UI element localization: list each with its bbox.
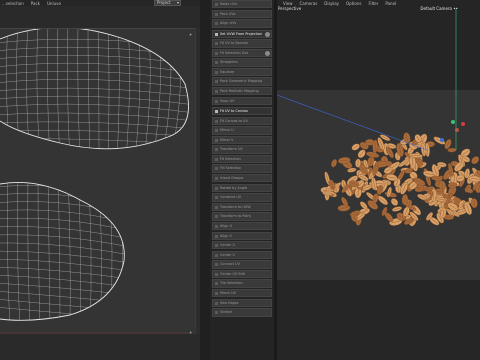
command-label: Transform to Point — [220, 214, 251, 219]
command-button[interactable]: Mirror UV — [212, 288, 272, 298]
command-label: Fit Selection UVs — [220, 50, 249, 55]
project-dropdown[interactable]: Project ▾ — [154, 0, 181, 6]
command-label: Align V — [220, 233, 232, 238]
svg-text:+: + — [189, 32, 192, 37]
command-button[interactable]: Connect UV — [212, 260, 272, 269]
command-button[interactable]: Relax UVs — [212, 0, 272, 9]
command-button[interactable]: Tile Selection — [212, 279, 272, 288]
command-label: Stretch — [220, 310, 233, 315]
command-label: Rotate by Angle — [220, 185, 248, 190]
command-button[interactable]: Straighten — [212, 58, 272, 67]
menu-item-unluvo[interactable]: Unluvo — [47, 1, 61, 6]
options-gear-icon[interactable] — [265, 50, 270, 56]
command-label: Pack Geometric Mapping — [220, 79, 263, 84]
svg-text:+: + — [189, 330, 192, 335]
command-button[interactable]: Mirror V — [212, 135, 272, 145]
menu-item-cameras[interactable]: Cameras — [300, 1, 318, 6]
command-button[interactable]: Fit Canvas to UV — [212, 116, 272, 125]
command-button[interactable]: Transform to UVW — [212, 202, 272, 212]
menu-item-view[interactable]: View — [283, 1, 293, 6]
command-button[interactable]: Center U — [212, 241, 272, 250]
command-label: Mirror U — [220, 128, 234, 133]
command-button[interactable]: Align V — [212, 231, 272, 240]
command-label: Transform to UVW — [220, 204, 251, 209]
uv-command-list: Relax UVs Pack UVs Align UVs Set UVW From P… — [212, 0, 272, 318]
uv-mesh-graphic: + + — [0, 29, 192, 335]
menu-item-panel[interactable]: Panel — [385, 1, 396, 6]
menu-item-filter[interactable]: Filter — [368, 1, 378, 6]
command-label: Tile Selection — [220, 281, 243, 286]
command-label: Mirror V — [220, 137, 234, 142]
command-label: Connect UV — [220, 262, 240, 267]
command-button[interactable]: Center V — [212, 250, 272, 260]
uv-status-strip — [0, 336, 200, 360]
command-label: Mirror UV — [220, 290, 236, 295]
command-label: Constant UV — [220, 195, 242, 200]
command-label: Center UV Edit — [220, 271, 245, 276]
command-label: Island Groups — [220, 176, 244, 181]
command-button[interactable]: Fit UV to Bounds — [212, 39, 272, 48]
command-button[interactable]: Fit Selection — [212, 154, 272, 164]
command-label: Sew Edges — [220, 300, 239, 305]
command-button[interactable]: Pack Realistic Mapping — [212, 87, 272, 96]
command-button[interactable]: Stretch — [212, 308, 272, 317]
command-button[interactable]: Constant UV — [212, 193, 272, 202]
command-button[interactable]: Sew Edges — [212, 298, 272, 307]
command-label: Pack Realistic Mapping — [220, 89, 259, 94]
viewport-panel: View Cameras Display Options Filter Pane… — [277, 0, 480, 360]
command-label: Fill Selection — [220, 166, 242, 171]
command-button[interactable]: Set UVW From Projection — [212, 29, 272, 38]
command-button[interactable]: Align U — [212, 221, 272, 231]
command-button[interactable]: Snap UV — [212, 96, 272, 105]
chevron-down-icon: ▾ — [176, 0, 179, 5]
command-label: Align U — [220, 223, 233, 228]
command-button[interactable]: Equalize — [212, 67, 272, 77]
command-label: Straighten — [220, 60, 238, 65]
command-label: Center U — [220, 243, 235, 248]
menu-item-display[interactable]: Display — [324, 1, 339, 6]
uv-commands-panel: Relax UVs Pack UVs Align UVs Set UVW From P… — [200, 0, 274, 360]
command-label: Fit UV to Canvas — [220, 108, 248, 113]
command-button[interactable]: Transform UV — [212, 145, 272, 154]
command-button[interactable]: Fill Selection — [212, 164, 272, 173]
menu-item-options[interactable]: Options — [346, 1, 361, 6]
uv-canvas[interactable]: + + — [0, 28, 195, 335]
command-label: Center V — [220, 252, 235, 257]
menu-item-selection[interactable]: ...selection — [2, 1, 24, 6]
command-button[interactable]: Fit Selection UVs — [212, 48, 272, 58]
command-button[interactable]: Rotate by Angle — [212, 183, 272, 192]
command-label: Relax UVs — [220, 2, 237, 6]
viewport-view-label: Perspective — [278, 6, 302, 11]
command-label: Snap UV — [220, 98, 235, 103]
uv-editor-panel: ...selection Pack Unluvo Project ▾ + + — [0, 0, 200, 360]
tool-icon-strip — [200, 0, 210, 360]
command-button[interactable]: Pack UVs — [212, 9, 272, 18]
command-label: Set UVW From Projection — [220, 31, 263, 36]
command-label: Fit UV to Bounds — [220, 41, 249, 46]
command-button[interactable]: Fit UV to Canvas — [212, 106, 272, 116]
menu-item-pack[interactable]: Pack — [31, 1, 40, 6]
options-gear-icon[interactable] — [265, 31, 270, 37]
command-button[interactable]: Align UVs — [212, 19, 272, 28]
command-label: Fit Canvas to UV — [220, 118, 248, 123]
command-button[interactable]: Center UV Edit — [212, 269, 272, 279]
command-button[interactable]: Mirror U — [212, 126, 272, 135]
command-button[interactable]: Transform to Point — [212, 212, 272, 221]
command-button[interactable]: Island Groups — [212, 174, 272, 183]
project-dropdown-value: Project — [157, 0, 171, 5]
command-label: Pack UVs — [220, 11, 236, 16]
command-button[interactable]: Pack Geometric Mapping — [212, 77, 272, 86]
x-axis-line — [277, 94, 428, 151]
viewport-axes — [277, 8, 457, 151]
command-label: Align UVs — [220, 21, 237, 26]
command-label: Equalize — [220, 69, 235, 74]
command-label: Fit Selection — [220, 156, 241, 161]
viewport-camera-label[interactable]: Default Camera •• — [420, 6, 458, 11]
command-label: Transform UV — [220, 147, 243, 152]
